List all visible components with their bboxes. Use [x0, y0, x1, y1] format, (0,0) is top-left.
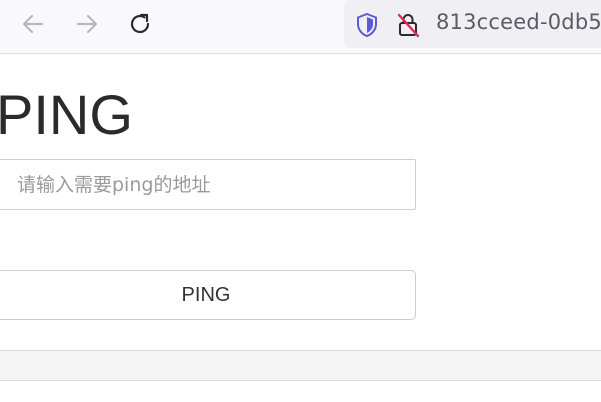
- forward-button[interactable]: [67, 7, 107, 41]
- back-button[interactable]: [13, 7, 53, 41]
- ping-result-output: [0, 350, 601, 381]
- reload-button[interactable]: [120, 7, 160, 41]
- url-bar[interactable]: 813cceed-0db5-4: [344, 0, 601, 48]
- insecure-lock-icon[interactable]: [396, 11, 422, 44]
- reload-icon: [130, 13, 150, 34]
- arrow-left-icon: [22, 14, 44, 34]
- url-text[interactable]: 813cceed-0db5-4: [436, 10, 601, 34]
- browser-toolbar: 813cceed-0db5-4: [0, 0, 601, 54]
- tracking-protection-shield-icon[interactable]: [355, 12, 379, 43]
- ping-address-input[interactable]: [0, 159, 416, 210]
- arrow-right-icon: [76, 14, 98, 34]
- ping-button[interactable]: PING: [0, 270, 416, 320]
- page-title: PING: [0, 83, 133, 146]
